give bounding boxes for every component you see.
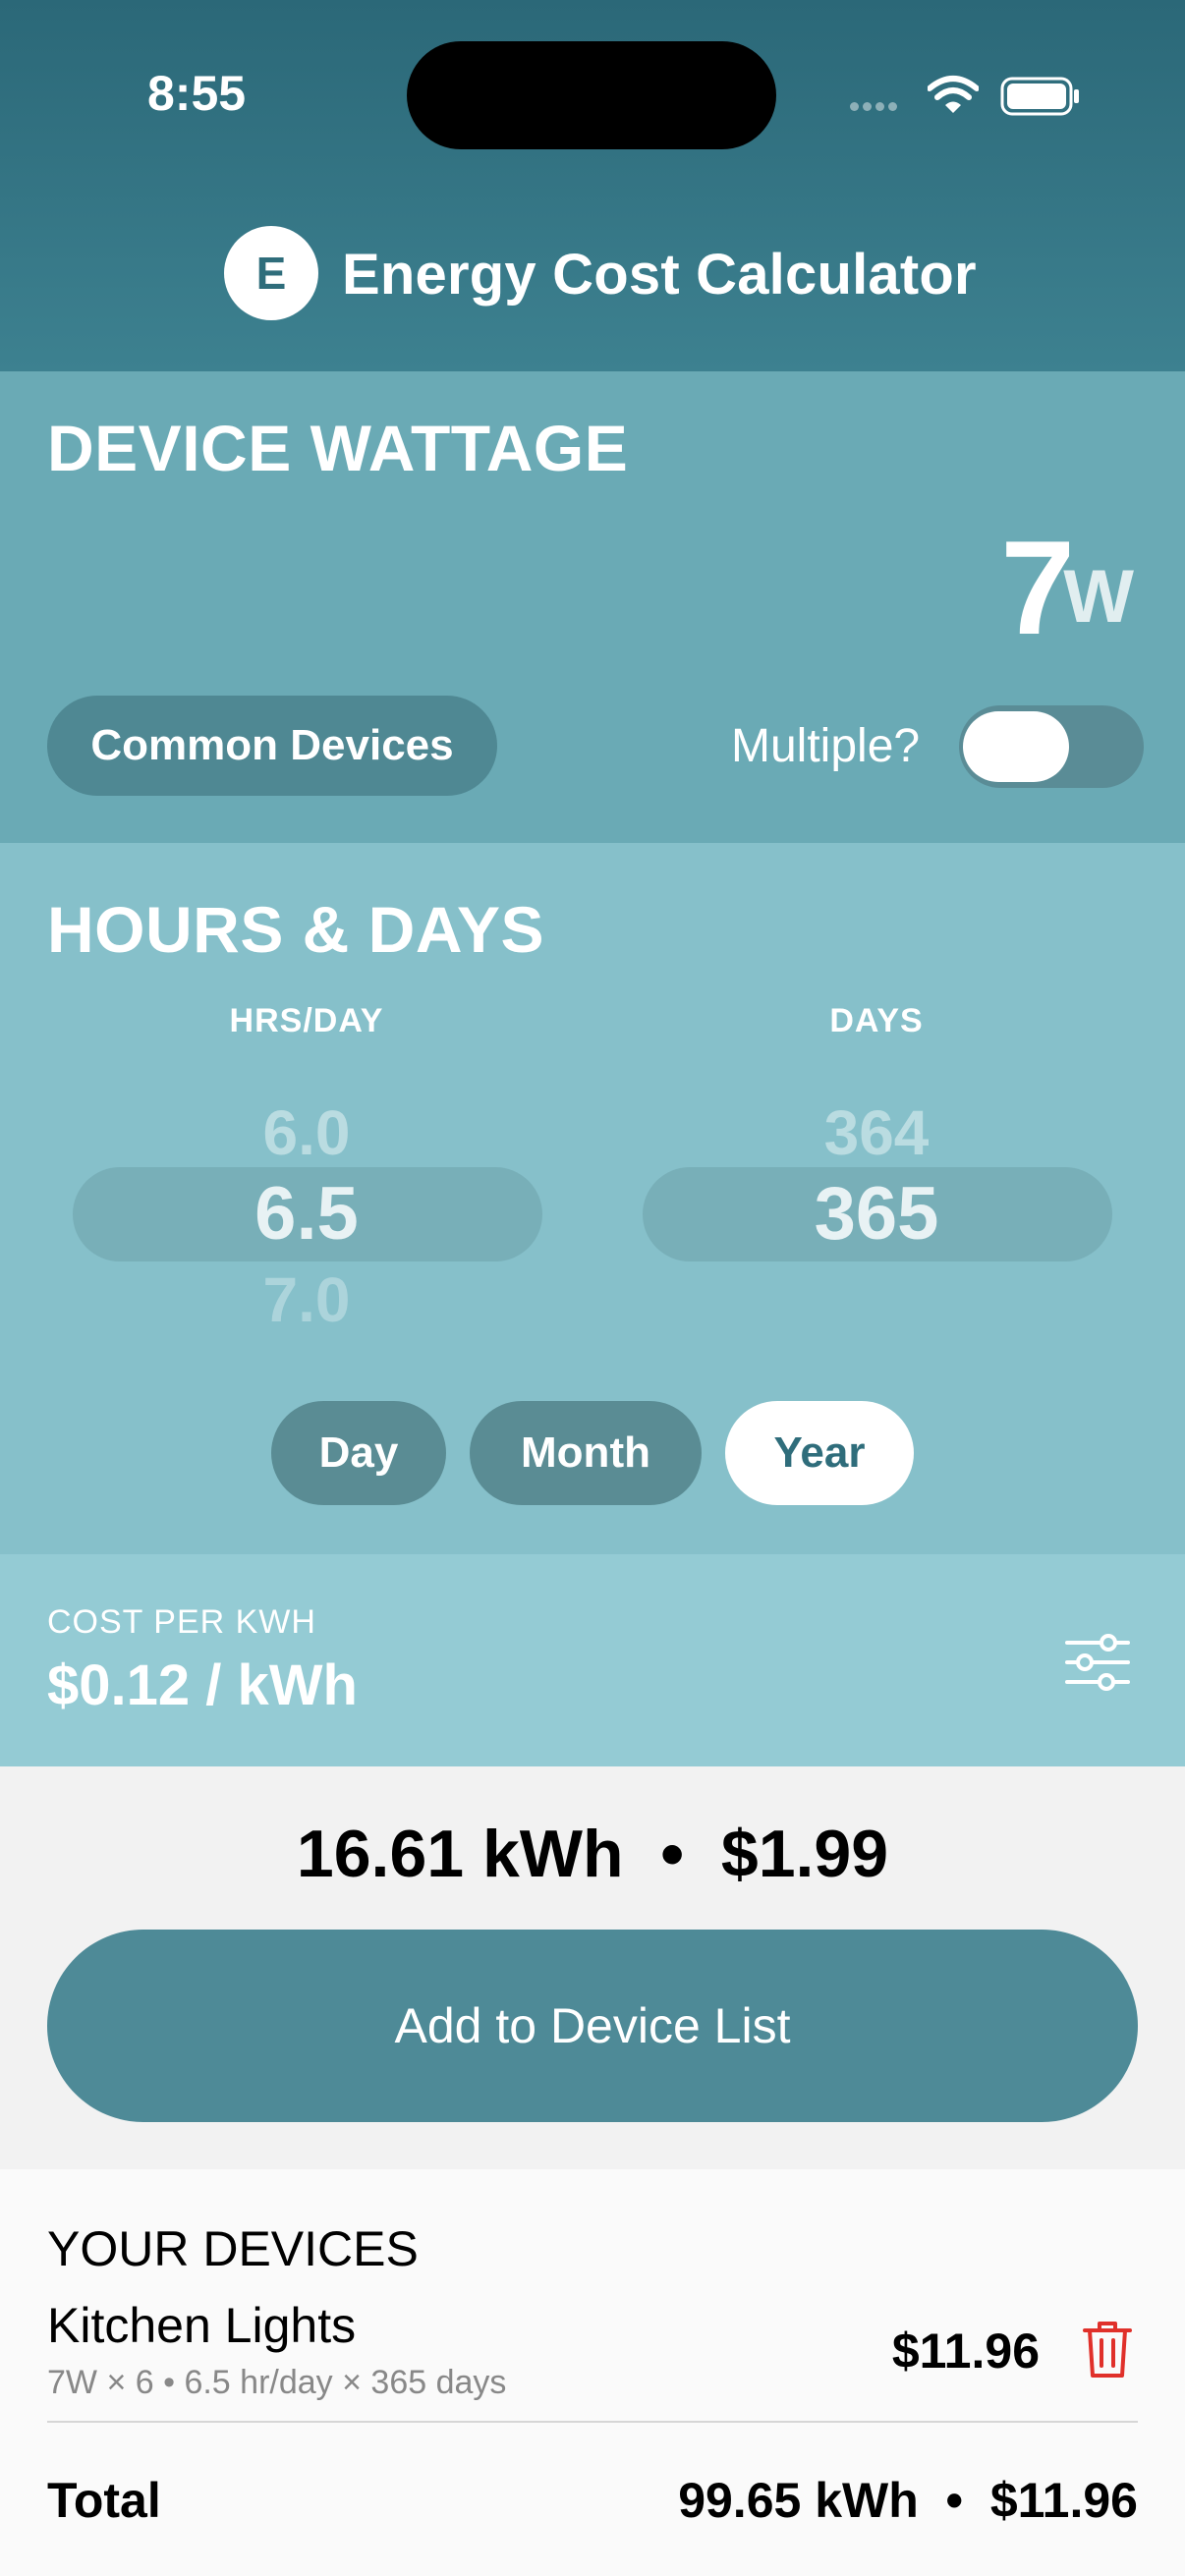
device-name: Kitchen Lights [47, 2298, 357, 2353]
toggle-knob [963, 711, 1069, 782]
dynamic-island [407, 41, 776, 149]
period-year-button[interactable]: Year [725, 1401, 914, 1505]
total-value: 99.65 kWh • $11.96 [678, 2473, 1138, 2528]
list-divider [47, 2421, 1138, 2423]
devices-heading: YOUR DEVICES [47, 2221, 419, 2276]
hrs-option-selected[interactable]: 6.5 [71, 1171, 542, 1257]
multiple-label: Multiple? [731, 720, 921, 772]
hrs-per-day-label: HRS/DAY [229, 1002, 384, 1039]
device-cost: $11.96 [891, 2324, 1040, 2379]
hours-days-heading: HOURS & DAYS [47, 893, 544, 966]
days-label: DAYS [829, 1002, 924, 1039]
period-month-button[interactable]: Month [470, 1401, 702, 1505]
battery-icon [1000, 77, 1079, 116]
days-option-prev[interactable]: 364 [641, 1096, 1112, 1169]
days-option-selected[interactable]: 365 [641, 1171, 1112, 1257]
result-summary: 16.61 kWh • $1.99 [296, 1817, 889, 1891]
cellular-signal-icon [850, 102, 909, 114]
device-detail: 7W × 6 • 6.5 hr/day × 365 days [47, 2364, 507, 2401]
trash-icon[interactable] [1081, 2319, 1134, 2380]
cost-value: $0.12 / kWh [47, 1653, 358, 1717]
sliders-icon[interactable] [1063, 1633, 1132, 1692]
wattage-heading: DEVICE WATTAGE [47, 412, 629, 484]
wattage-unit: W [1063, 555, 1134, 639]
multiple-toggle[interactable] [959, 705, 1144, 788]
app-logo: E [224, 226, 318, 320]
cost-label: COST PER KWH [47, 1603, 316, 1641]
status-time: 8:55 [147, 66, 247, 121]
hrs-option-next[interactable]: 7.0 [71, 1263, 542, 1336]
total-label: Total [47, 2473, 161, 2528]
add-to-device-list-button[interactable]: Add to Device List [47, 1930, 1138, 2122]
wifi-icon [928, 76, 979, 113]
app-title: Energy Cost Calculator [342, 243, 977, 307]
common-devices-button[interactable]: Common Devices [47, 696, 497, 796]
hrs-option-prev[interactable]: 6.0 [71, 1096, 542, 1169]
period-day-button[interactable]: Day [271, 1401, 446, 1505]
